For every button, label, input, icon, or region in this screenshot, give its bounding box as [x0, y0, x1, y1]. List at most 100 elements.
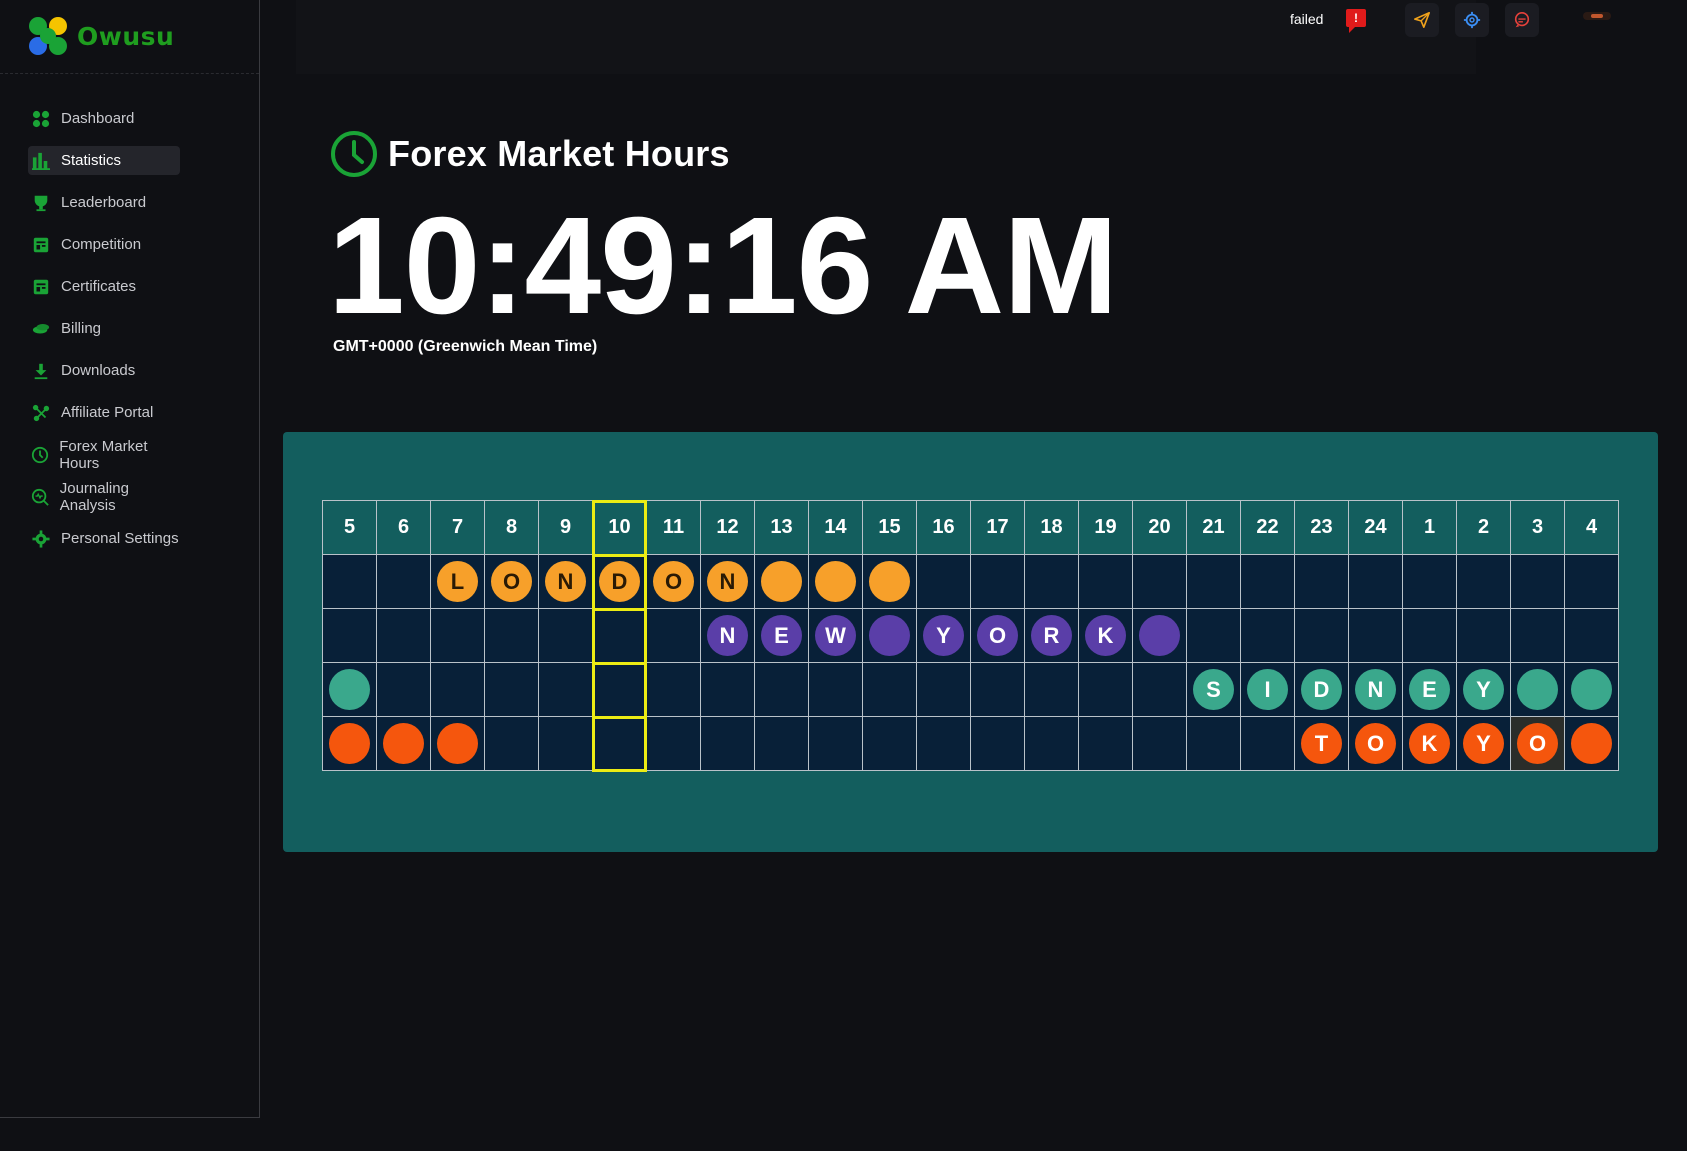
- london-session-dot: O: [653, 561, 694, 602]
- sidebar-item-label: Leaderboard: [61, 194, 147, 211]
- tokyo-session-dot: O: [1517, 723, 1558, 764]
- session-cell: [809, 663, 863, 717]
- session-cell: [809, 717, 863, 771]
- session-cell: [1079, 555, 1133, 609]
- session-cell: [1349, 609, 1403, 663]
- bar-chart-icon: [31, 151, 51, 171]
- hour-header: 18: [1025, 501, 1079, 555]
- sidebar-item-leaderboard[interactable]: Leaderboard: [28, 188, 180, 217]
- sidebar-item-downloads[interactable]: Downloads: [28, 356, 180, 385]
- session-cell: O: [1511, 717, 1565, 771]
- session-cell: [377, 663, 431, 717]
- sydney-session-dot: [1571, 669, 1612, 710]
- session-cell: [755, 717, 809, 771]
- hour-header: 15: [863, 501, 917, 555]
- session-cell: [1241, 555, 1295, 609]
- chat-icon: [1514, 11, 1530, 28]
- session-cell: O: [485, 555, 539, 609]
- session-cell: [593, 609, 647, 663]
- session-cell: [1565, 717, 1619, 771]
- sidebar-item-affiliate-portal[interactable]: Affiliate Portal: [28, 398, 180, 427]
- hour-header: 6: [377, 501, 431, 555]
- sidebar-item-forex-market-hours[interactable]: Forex Market Hours: [28, 437, 180, 472]
- sidebar-item-label: Forex Market Hours: [59, 437, 148, 472]
- clock-icon: [31, 445, 49, 465]
- hour-header: 22: [1241, 501, 1295, 555]
- sidebar-item-label: Personal Settings: [61, 530, 179, 547]
- session-cell: [755, 663, 809, 717]
- london-session-dot: L: [437, 561, 478, 602]
- hour-header: 5: [323, 501, 377, 555]
- send-icon: [1413, 11, 1431, 29]
- hour-header: 14: [809, 501, 863, 555]
- session-cell: [1187, 609, 1241, 663]
- session-cell: O: [1349, 717, 1403, 771]
- sidebar-item-personal-settings[interactable]: Personal Settings: [28, 524, 180, 553]
- session-cell: [377, 555, 431, 609]
- session-cell: [1403, 555, 1457, 609]
- brand[interactable]: Owusu: [0, 0, 259, 74]
- sidebar-item-label: Journaling Analysis: [59, 479, 129, 514]
- send-button[interactable]: [1405, 3, 1439, 37]
- hour-header: 12: [701, 501, 755, 555]
- sidebar-item-competition[interactable]: Competition: [28, 230, 180, 259]
- analysis-icon: [31, 487, 50, 507]
- session-cell: N: [701, 609, 755, 663]
- sydney-session-dot: D: [1301, 669, 1342, 710]
- session-cell: [1079, 717, 1133, 771]
- session-cell: [485, 609, 539, 663]
- hour-header: 10: [593, 501, 647, 555]
- sidebar-item-dashboard[interactable]: Dashboard: [28, 104, 180, 133]
- hour-header: 11: [647, 501, 701, 555]
- tokyo-session-dot: [329, 723, 370, 764]
- alert-flag-icon[interactable]: !: [1346, 9, 1366, 33]
- session-cell: I: [1241, 663, 1295, 717]
- session-cell: [1079, 663, 1133, 717]
- chat-button[interactable]: [1505, 3, 1539, 37]
- sydney-session-dot: [329, 669, 370, 710]
- hour-header: 4: [1565, 501, 1619, 555]
- session-cell: [1133, 609, 1187, 663]
- hour-header: 1: [1403, 501, 1457, 555]
- tokyo-session-dot: T: [1301, 723, 1342, 764]
- session-cell: [647, 717, 701, 771]
- session-cell: Y: [917, 609, 971, 663]
- session-cell: E: [755, 609, 809, 663]
- session-cell: [1403, 609, 1457, 663]
- session-cell: [323, 609, 377, 663]
- session-cell: R: [1025, 609, 1079, 663]
- session-cell: [1565, 555, 1619, 609]
- sydney-session-dot: Y: [1463, 669, 1504, 710]
- session-cell: [647, 609, 701, 663]
- hour-header: 17: [971, 501, 1025, 555]
- dashboard-icon: [31, 109, 51, 129]
- hour-header: 21: [1187, 501, 1241, 555]
- hour-header: 13: [755, 501, 809, 555]
- sidebar-item-statistics[interactable]: Statistics: [28, 146, 180, 175]
- session-cell: [917, 717, 971, 771]
- session-cell: [1133, 555, 1187, 609]
- hour-header: 16: [917, 501, 971, 555]
- session-cell: [809, 555, 863, 609]
- session-cell: D: [593, 555, 647, 609]
- hour-header: 24: [1349, 501, 1403, 555]
- hour-header: 8: [485, 501, 539, 555]
- newyork-session-dot: Y: [923, 615, 964, 656]
- sidebar-item-billing[interactable]: Billing: [28, 314, 180, 343]
- sidebar-item-journaling-analysis[interactable]: Journaling Analysis: [28, 479, 180, 514]
- session-cell: [701, 717, 755, 771]
- session-cell: [1187, 717, 1241, 771]
- settings-button[interactable]: [1455, 3, 1489, 37]
- sidebar-item-certificates[interactable]: Certificates: [28, 272, 180, 301]
- page-title: Forex Market Hours: [388, 133, 730, 174]
- avatar[interactable]: [1583, 12, 1611, 20]
- session-cell: [1511, 609, 1565, 663]
- session-cell: E: [1403, 663, 1457, 717]
- newyork-session-dot: [869, 615, 910, 656]
- session-cell: [1511, 555, 1565, 609]
- session-cell: [1025, 555, 1079, 609]
- session-cell: [485, 717, 539, 771]
- settings-icon: [1463, 11, 1481, 29]
- session-cell: [917, 663, 971, 717]
- session-cell: [1241, 717, 1295, 771]
